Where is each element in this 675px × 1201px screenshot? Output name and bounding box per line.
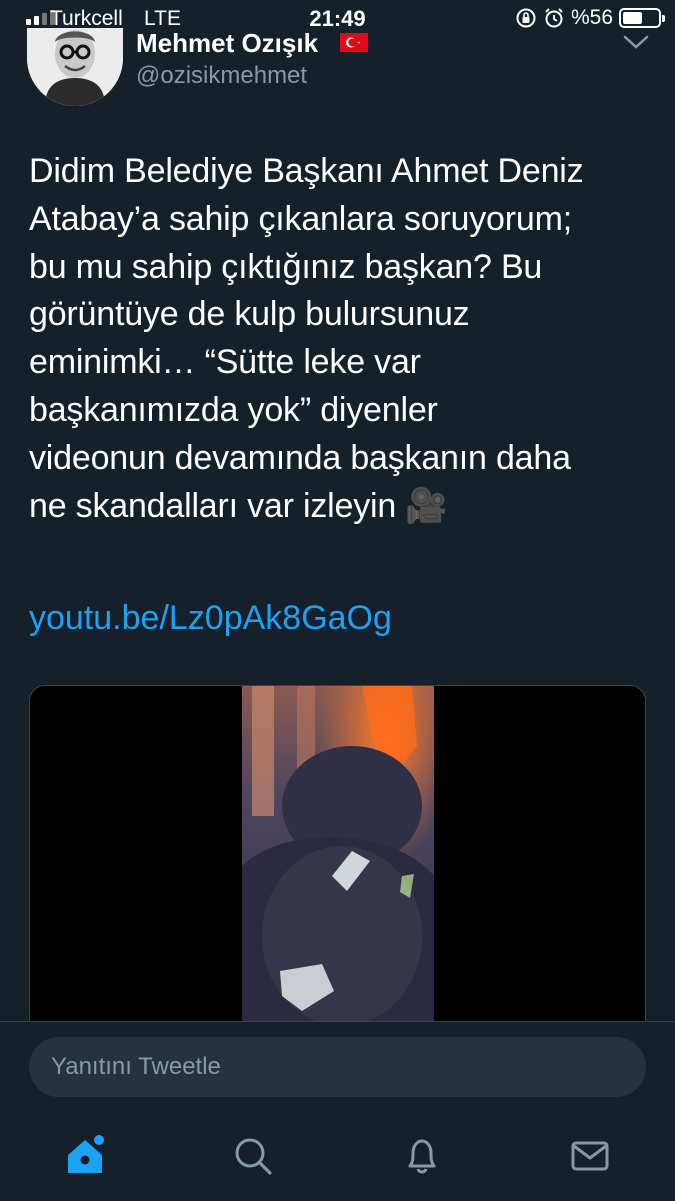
video-thumbnail [242,686,434,1044]
search-icon [235,1138,272,1175]
orientation-lock-icon [516,8,536,28]
bell-icon [408,1139,436,1174]
tab-search[interactable] [223,1128,283,1184]
author-handle[interactable]: @ozisikmehmet [136,62,307,90]
tab-notifications[interactable] [392,1128,452,1184]
tweet-text: Didim Belediye Başkanı Ahmet Deniz Ataba… [29,152,584,525]
battery-icon [619,8,665,28]
mail-icon [571,1141,609,1171]
tab-messages[interactable] [560,1128,620,1184]
home-icon [68,1135,104,1173]
avatar[interactable] [27,28,123,106]
reply-input[interactable]: Yanıtını Tweetle [29,1037,646,1097]
tab-bar [0,1128,675,1184]
video-player[interactable] [29,685,646,1045]
alarm-icon [545,8,563,28]
chevron-down-icon[interactable] [622,34,650,50]
author-name[interactable]: Mehmet Ozışık [136,28,318,59]
tab-home[interactable] [55,1128,115,1184]
battery-percentage: %56 [570,6,613,29]
turkey-flag-icon [340,33,368,52]
tweet-link[interactable]: youtu.be/Lz0pAk8GaOg [29,599,392,638]
